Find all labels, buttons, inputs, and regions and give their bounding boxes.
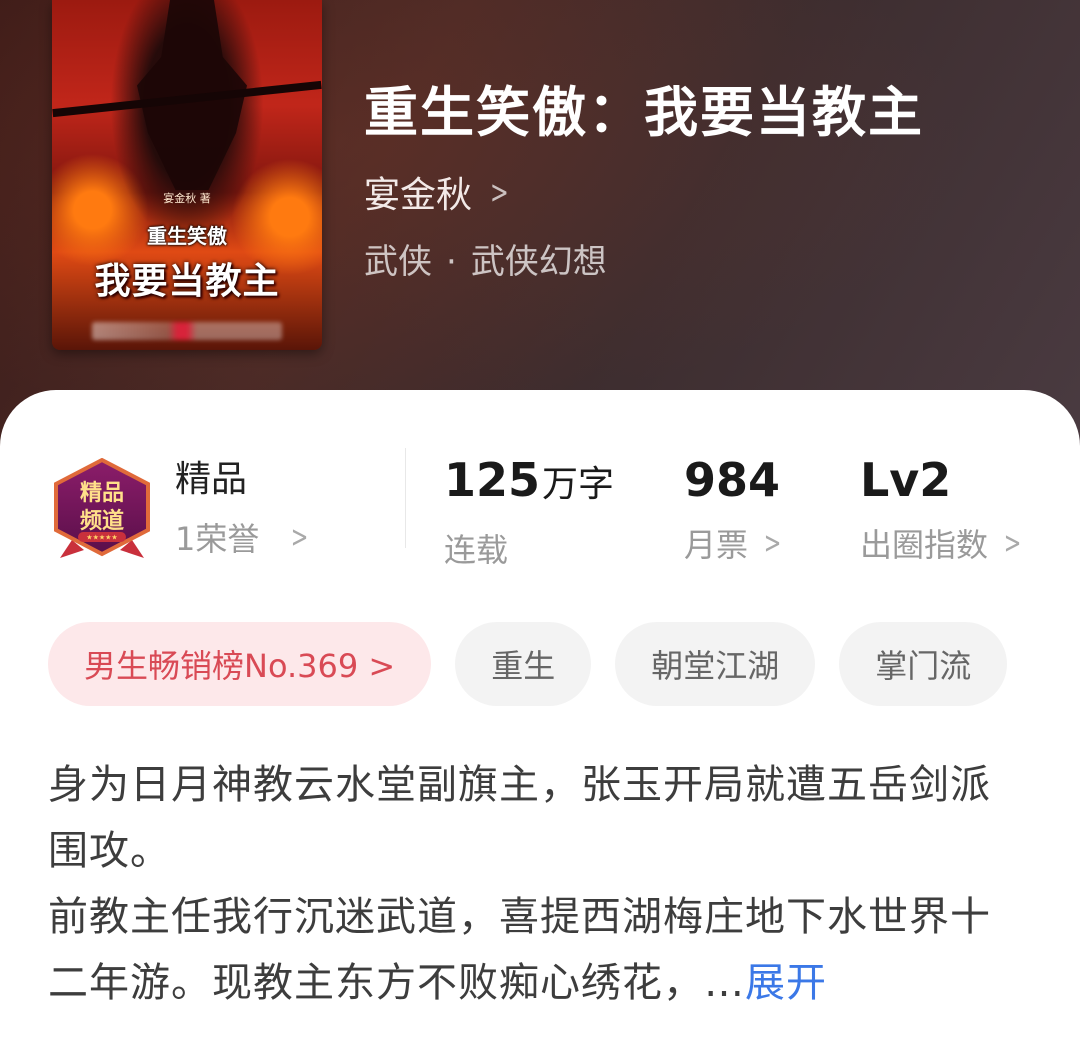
book-info-panel: ★★★★★ 精品 频道 精品 1荣誉 > 125万字 连载 984 月票 > L… bbox=[0, 390, 1080, 1050]
monthly-tickets-value: 984 bbox=[684, 453, 781, 507]
genre-category: 武侠 bbox=[364, 242, 432, 282]
cover-title: 我要当教主 bbox=[94, 261, 280, 302]
chevron-right-icon: > bbox=[1003, 525, 1022, 561]
badge-label: 精品 频道 bbox=[79, 481, 124, 534]
book-cover[interactable]: 宴金秋 著 重生笑傲 我要当教主 bbox=[52, 0, 322, 350]
tag-sect-leader[interactable]: 掌门流 bbox=[839, 622, 1008, 706]
genre-line: 武侠 · 武侠幻想 bbox=[364, 234, 607, 283]
honors-count: 1荣誉 bbox=[175, 520, 260, 558]
cover-author-note: 宴金秋 著 bbox=[163, 192, 211, 205]
boutique-channel-badge-icon: ★★★★★ 精品 频道 bbox=[52, 457, 152, 562]
popularity-index-value: Lv2 bbox=[860, 453, 952, 507]
stat-word-count: 125万字 连载 bbox=[444, 454, 614, 571]
serial-status: 连载 bbox=[444, 531, 509, 569]
quality-honors-link[interactable]: 精品 1荣誉 > bbox=[175, 458, 313, 560]
book-description: 身为日月神教云水堂副旗主，张玉开局就遭五岳剑派围攻。 前教主任我行沉迷武道，喜提… bbox=[48, 752, 1008, 1016]
chevron-right-icon: > bbox=[291, 519, 309, 555]
word-count-value: 125 bbox=[444, 453, 541, 507]
tag-court-jianghu[interactable]: 朝堂江湖 bbox=[615, 622, 816, 706]
popularity-index-label: 出圈指数 bbox=[860, 526, 989, 564]
author-link[interactable]: 宴金秋 > bbox=[364, 166, 513, 218]
word-count-unit: 万字 bbox=[542, 464, 615, 505]
stat-popularity-index[interactable]: Lv2 出圈指数 > bbox=[860, 454, 1025, 566]
book-title: 重生笑傲：我要当教主 bbox=[364, 80, 924, 144]
expand-button[interactable]: 展开 bbox=[745, 960, 827, 1006]
description-paragraph: 前教主任我行沉迷武道，喜提西湖梅庄地下水世界十二年游。现教主东方不败痴心绣花，…… bbox=[48, 894, 991, 1006]
stats-divider bbox=[405, 448, 406, 548]
genre-separator: · bbox=[446, 242, 457, 282]
stat-monthly-tickets[interactable]: 984 月票 > bbox=[684, 454, 785, 566]
chevron-right-icon: > bbox=[763, 525, 782, 561]
monthly-tickets-label: 月票 bbox=[684, 526, 749, 564]
author-name: 宴金秋 bbox=[364, 175, 473, 216]
quality-title: 精品 bbox=[175, 459, 248, 500]
description-paragraph: 身为日月神教云水堂副旗主，张玉开局就遭五岳剑派围攻。 bbox=[48, 762, 991, 874]
bestseller-rank-tag[interactable]: 男生畅销榜No.369 > bbox=[48, 622, 432, 706]
tag-rebirth[interactable]: 重生 bbox=[455, 622, 592, 706]
tag-list: 男生畅销榜No.369 > 重生 朝堂江湖 掌门流 bbox=[48, 622, 1080, 708]
cover-publisher-blurred bbox=[92, 322, 282, 340]
cover-subtitle: 重生笑傲 bbox=[147, 224, 227, 248]
genre-subcategory: 武侠幻想 bbox=[470, 242, 607, 282]
chevron-right-icon: > bbox=[490, 173, 509, 211]
